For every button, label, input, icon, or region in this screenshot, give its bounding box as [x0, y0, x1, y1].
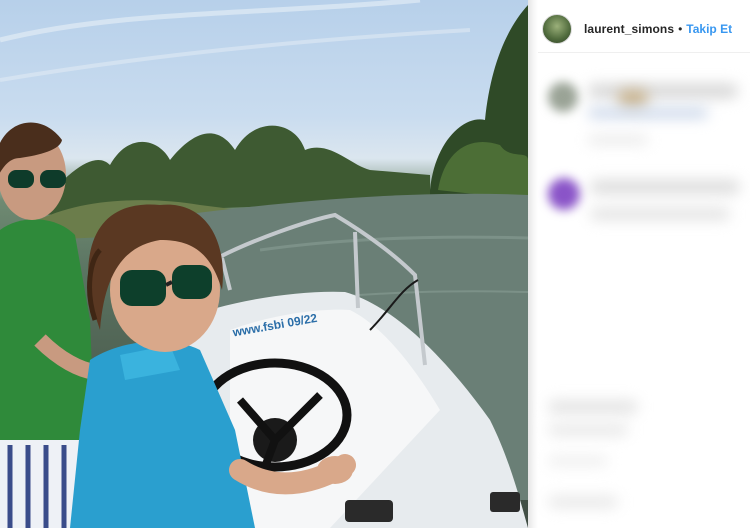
- username-link[interactable]: laurent_simons: [584, 22, 674, 36]
- comment-meta: [588, 136, 648, 144]
- sidebar-shadow: [528, 0, 538, 528]
- comment-avatar-icon: [548, 178, 580, 210]
- header-separator: •: [678, 22, 683, 36]
- comment-text: [588, 108, 708, 118]
- post-header: laurent_simons • Takip Et: [538, 12, 750, 46]
- comment-text: [548, 424, 628, 436]
- post-sidebar: laurent_simons • Takip Et: [528, 0, 750, 528]
- blurred-comments: [538, 60, 750, 528]
- comment-text: [590, 208, 730, 220]
- comment-text: [590, 180, 740, 194]
- header-divider: [538, 52, 750, 53]
- post-photo: www.fsbi 09/22: [0, 0, 528, 528]
- comment-text: [588, 84, 738, 98]
- photo-scene: www.fsbi 09/22: [0, 0, 528, 528]
- comment-emoji-icon: [618, 90, 648, 108]
- comment-meta: [548, 496, 618, 508]
- comment-text: [548, 400, 638, 414]
- comment-meta: [548, 456, 608, 466]
- user-avatar[interactable]: [542, 14, 572, 44]
- follow-button[interactable]: Takip Et: [686, 22, 732, 36]
- comment-avatar-icon: [548, 82, 578, 112]
